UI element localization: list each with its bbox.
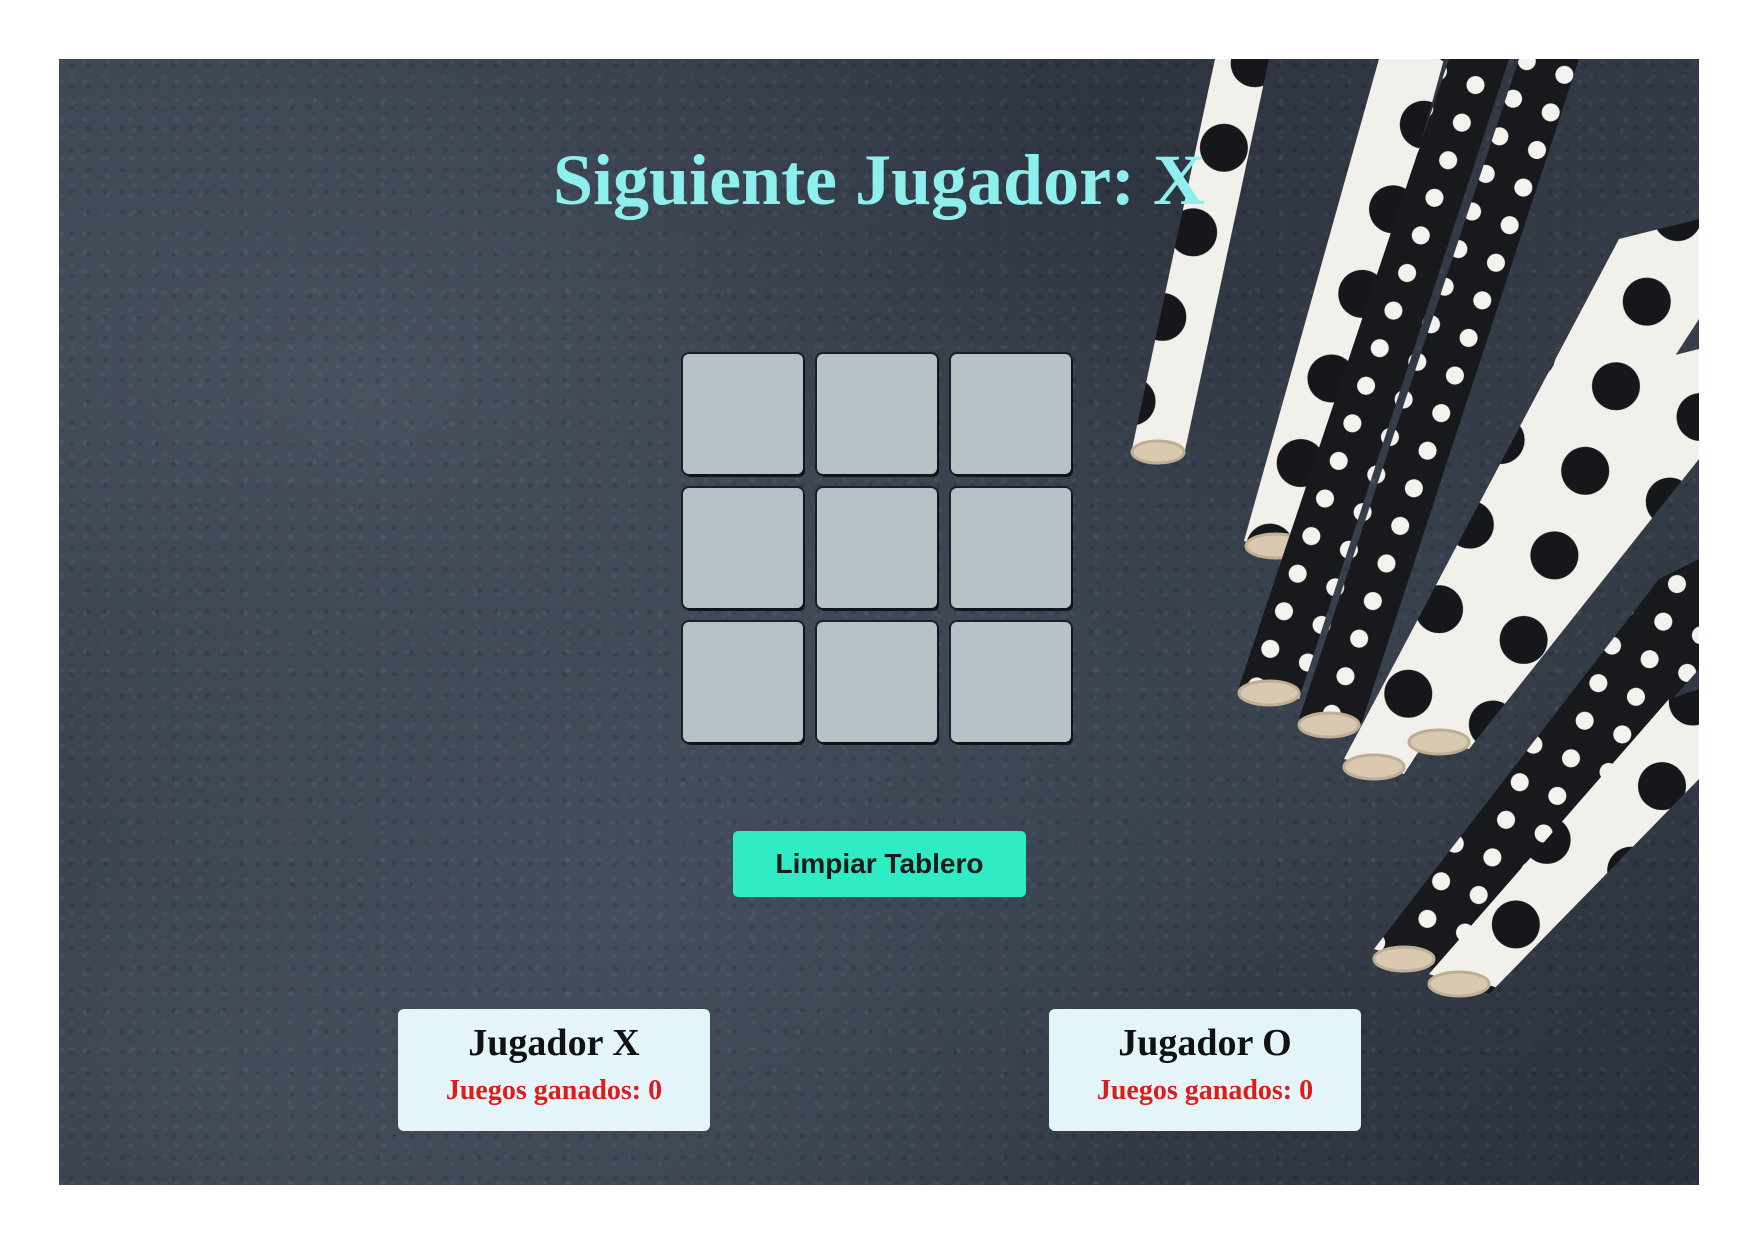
board-cell-2[interactable] — [817, 354, 937, 474]
board-cell-4[interactable] — [683, 488, 803, 608]
straw-1 — [1130, 59, 1269, 465]
board-cell-3[interactable] — [951, 354, 1071, 474]
player-x-name: Jugador X — [468, 1022, 640, 1064]
board-cell-6[interactable] — [951, 488, 1071, 608]
game-board — [683, 354, 1079, 742]
board-cell-5[interactable] — [817, 488, 937, 608]
board-cell-8[interactable] — [817, 622, 937, 742]
score-card-player-x: Jugador X Juegos ganados: 0 — [398, 1009, 710, 1131]
player-x-wins: Juegos ganados: 0 — [445, 1074, 663, 1106]
game-background: Siguiente Jugador: X Limpiar Tablero Jug… — [59, 59, 1699, 1185]
next-player-status: Siguiente Jugador: X — [552, 140, 1206, 220]
board-cell-7[interactable] — [683, 622, 803, 742]
score-card-player-o: Jugador O Juegos ganados: 0 — [1049, 1009, 1361, 1131]
board-cell-9[interactable] — [951, 622, 1071, 742]
clear-board-button[interactable]: Limpiar Tablero — [733, 831, 1026, 897]
board-cell-1[interactable] — [683, 354, 803, 474]
player-o-wins: Juegos ganados: 0 — [1096, 1074, 1314, 1106]
player-o-name: Jugador O — [1118, 1022, 1292, 1064]
